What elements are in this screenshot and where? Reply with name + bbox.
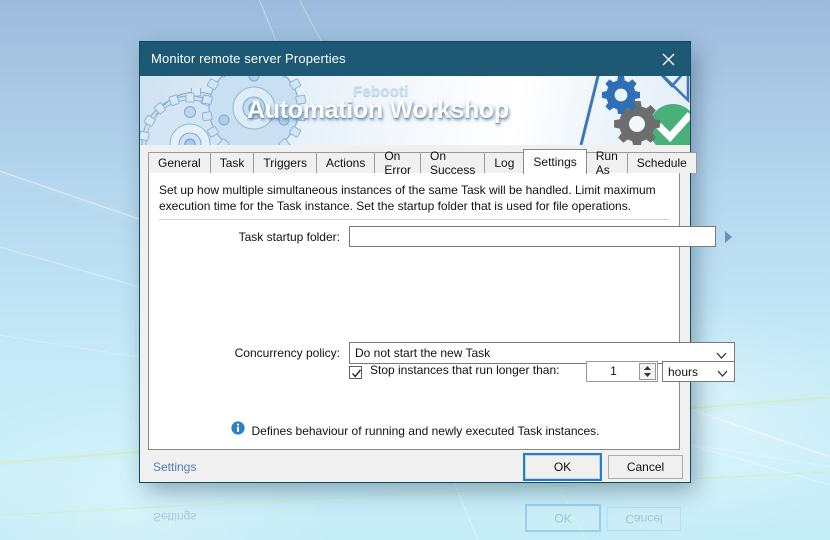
settings-hint-text: Defines behaviour of running and newly e… (251, 423, 600, 438)
triangle-right-icon[interactable] (721, 227, 735, 246)
dialog-content: General Task Triggers Actions On Error O… (140, 145, 735, 482)
settings-tab-panel: Set up how multiple simultaneous instanc… (148, 172, 735, 450)
close-icon[interactable] (646, 42, 690, 76)
blue-gear-icon (602, 76, 640, 114)
settings-hint: Defines behaviour of running and newly e… (149, 421, 681, 440)
duration-unit-value: hours (668, 364, 699, 379)
spinner-up-icon[interactable] (640, 364, 655, 372)
tab-on-success[interactable]: On Success (420, 149, 486, 177)
info-icon (230, 421, 245, 440)
duration-stepper[interactable]: 1 (586, 361, 658, 382)
tab-schedule[interactable]: Schedule (626, 152, 697, 173)
dialog-title: Monitor remote server Properties (151, 51, 346, 66)
spinner-down-icon[interactable] (640, 372, 655, 380)
duration-unit-select[interactable]: hours (662, 361, 735, 382)
task-startup-folder-label: Task startup folder: (238, 230, 340, 244)
task-startup-folder-input[interactable] (349, 226, 716, 247)
tab-actions[interactable]: Actions (315, 152, 376, 173)
duration-spinner[interactable] (639, 363, 656, 380)
stop-instances-checkbox[interactable] (349, 366, 362, 379)
product-banner: Febooti Automation Workshop (140, 76, 690, 146)
concurrency-policy-label: Concurrency policy: (234, 346, 340, 360)
tab-on-error[interactable]: On Error (374, 149, 421, 177)
stop-instances-label: Stop instances that run longer than: (370, 363, 560, 377)
concurrency-policy-value: Do not start the new Task (355, 346, 491, 360)
tab-triggers[interactable]: Triggers (253, 152, 317, 173)
settings-link[interactable]: Settings (153, 460, 196, 474)
duration-value: 1 (610, 364, 617, 378)
ok-button[interactable]: OK (525, 455, 600, 479)
chevron-down-icon (717, 367, 728, 381)
tab-general[interactable]: General (148, 152, 211, 173)
envelope-icon (660, 76, 690, 104)
description-divider (159, 219, 669, 220)
cancel-button[interactable]: Cancel (608, 455, 683, 479)
tab-log[interactable]: Log (484, 152, 525, 173)
properties-dialog: Monitor remote server Properties Febooti… (140, 42, 735, 482)
tab-settings[interactable]: Settings (523, 149, 587, 174)
tab-bar: General Task Triggers Actions On Error O… (148, 149, 697, 177)
brand-name-main: Automation Workshop (247, 96, 509, 124)
tab-task[interactable]: Task (209, 152, 255, 173)
settings-description: Set up how multiple simultaneous instanc… (159, 183, 656, 213)
tab-run-as[interactable]: Run As (585, 149, 628, 177)
dialog-titlebar: Monitor remote server Properties (140, 42, 690, 76)
dialog-footer: Settings OK Cancel (140, 453, 690, 482)
banner-icons-group (575, 76, 690, 145)
